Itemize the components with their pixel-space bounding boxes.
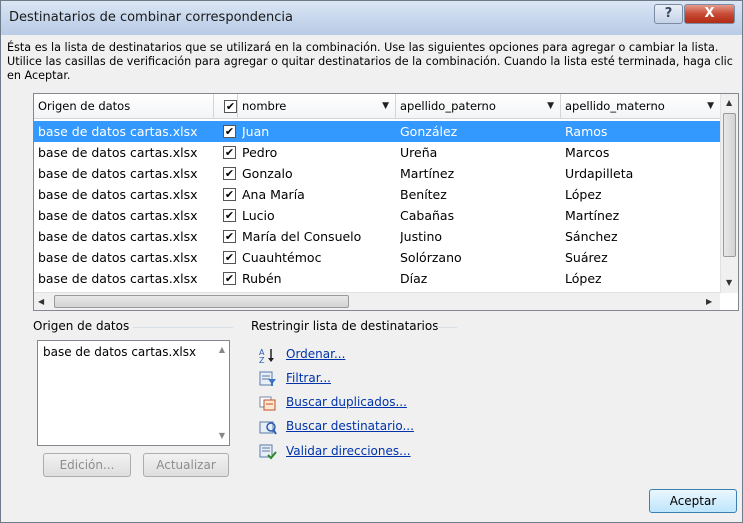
cell-nombre: Lucio xyxy=(242,208,275,223)
table-row[interactable]: base de datos cartas.xlsx ✔ Rubén Díaz López xyxy=(34,268,720,289)
scroll-right-icon[interactable]: ▶ xyxy=(706,297,712,306)
table-row[interactable]: base de datos cartas.xlsx ✔ Gonzalo Martíne… xyxy=(34,163,720,184)
cell-data-source: base de datos cartas.xlsx xyxy=(38,124,198,139)
data-source-group-label: Origen de datos xyxy=(33,319,130,333)
cell-data-source: base de datos cartas.xlsx xyxy=(38,187,198,202)
dropdown-arrow-icon[interactable]: ▼ xyxy=(547,101,554,111)
cell-apellido-paterno: Cabañas xyxy=(400,208,455,223)
table-row[interactable]: base de datos cartas.xlsx ✔ Juan González Ra… xyxy=(34,121,720,142)
sort-icon: A Z xyxy=(259,348,274,363)
find-duplicates-link[interactable]: Buscar duplicados... xyxy=(286,395,407,409)
ok-button[interactable]: Aceptar xyxy=(649,489,737,513)
cell-nombre: Gonzalo xyxy=(242,166,293,181)
cell-apellido-materno: Martínez xyxy=(565,208,620,223)
table-row[interactable]: base de datos cartas.xlsx ✔ Cuauhtémoc Soló… xyxy=(34,247,720,268)
vertical-scroll-thumb[interactable] xyxy=(723,113,736,257)
cell-nombre: Pedro xyxy=(242,145,278,160)
cell-apellido-materno: Suárez xyxy=(565,250,608,265)
column-header-apellido-materno[interactable]: apellido_materno ▼ xyxy=(561,94,720,119)
column-header-checkbox[interactable]: ✔ xyxy=(214,94,238,119)
cell-apellido-materno: Sánchez xyxy=(565,229,618,244)
row-checkbox[interactable]: ✔ xyxy=(223,167,236,180)
table-row[interactable]: base de datos cartas.xlsx ✔ Pedro Ureña Marc… xyxy=(34,142,720,163)
group-divider xyxy=(133,327,233,328)
find-recipient-link[interactable]: Buscar destinatario... xyxy=(286,419,414,433)
data-source-listbox[interactable]: base de datos cartas.xlsx ▲ ▼ xyxy=(37,340,230,446)
column-header-apellido-paterno[interactable]: apellido_paterno ▼ xyxy=(396,94,561,119)
cell-apellido-materno: Marcos xyxy=(565,145,610,160)
row-checkbox[interactable]: ✔ xyxy=(223,230,236,243)
column-header-nombre[interactable]: nombre ▼ xyxy=(238,94,396,119)
cell-apellido-paterno: Benítez xyxy=(400,187,447,202)
cell-apellido-paterno: Díaz xyxy=(400,271,428,286)
instructions-text: Ésta es la lista de destinatarios que se… xyxy=(7,41,733,82)
cell-data-source: base de datos cartas.xlsx xyxy=(38,229,198,244)
data-source-item[interactable]: base de datos cartas.xlsx xyxy=(43,345,196,359)
select-all-checkbox[interactable]: ✔ xyxy=(224,100,237,113)
cell-apellido-paterno: González xyxy=(400,124,458,139)
row-checkbox[interactable]: ✔ xyxy=(223,146,236,159)
cell-apellido-materno: López xyxy=(565,271,602,286)
cell-apellido-paterno: Ureña xyxy=(400,145,438,160)
scroll-left-icon[interactable]: ◀ xyxy=(38,297,44,306)
cell-apellido-paterno: Solórzano xyxy=(400,250,462,265)
edit-button[interactable]: Edición... xyxy=(43,453,131,477)
cell-apellido-materno: López xyxy=(565,187,602,202)
dropdown-arrow-icon[interactable]: ▼ xyxy=(382,101,389,111)
sort-link[interactable]: Ordenar... xyxy=(286,347,345,361)
cell-data-source: base de datos cartas.xlsx xyxy=(38,208,198,223)
validate-addresses-icon xyxy=(259,444,277,460)
filter-icon xyxy=(259,371,276,386)
row-checkbox[interactable]: ✔ xyxy=(223,188,236,201)
cell-data-source: base de datos cartas.xlsx xyxy=(38,250,198,265)
column-header-data-source[interactable]: Origen de datos xyxy=(34,94,214,119)
row-checkbox[interactable]: ✔ xyxy=(223,251,236,264)
find-recipient-icon xyxy=(259,421,277,435)
vertical-scrollbar[interactable]: ▲ ▼ xyxy=(720,94,738,293)
filter-link[interactable]: Filtrar... xyxy=(286,371,331,385)
cell-apellido-paterno: Justino xyxy=(400,229,443,244)
dialog-title: Destinatarios de combinar correspondenci… xyxy=(9,10,293,25)
table-row[interactable]: base de datos cartas.xlsx ✔ Lucio Cabañas Ma… xyxy=(34,205,720,226)
scroll-up-icon[interactable]: ▲ xyxy=(219,345,225,354)
cell-nombre: Ana María xyxy=(242,187,305,202)
cell-apellido-materno: Urdapilleta xyxy=(565,166,634,181)
recipients-grid[interactable]: Origen de datos ✔ nombre ▼ apellido_pate… xyxy=(33,93,739,311)
refresh-button[interactable]: Actualizar xyxy=(143,453,229,477)
cell-nombre: María del Consuelo xyxy=(242,229,362,244)
cell-nombre: Rubén xyxy=(242,271,282,286)
mail-merge-recipients-dialog: Destinatarios de combinar correspondenci… xyxy=(0,0,743,523)
scroll-down-icon[interactable]: ▼ xyxy=(219,431,225,440)
horizontal-scroll-thumb[interactable] xyxy=(54,295,349,308)
help-button[interactable]: ? xyxy=(654,4,683,24)
row-checkbox[interactable]: ✔ xyxy=(223,272,236,285)
row-checkbox[interactable]: ✔ xyxy=(223,125,236,138)
cell-apellido-materno: Ramos xyxy=(565,124,608,139)
cell-apellido-paterno: Martínez xyxy=(400,166,455,181)
cell-nombre: Juan xyxy=(242,124,270,139)
cell-data-source: base de datos cartas.xlsx xyxy=(38,271,198,286)
cell-data-source: base de datos cartas.xlsx xyxy=(38,166,198,181)
cell-data-source: base de datos cartas.xlsx xyxy=(38,145,198,160)
scroll-up-icon[interactable]: ▲ xyxy=(726,98,732,107)
grid-header: Origen de datos ✔ nombre ▼ apellido_pate… xyxy=(34,94,720,119)
close-button[interactable]: X xyxy=(684,4,735,24)
title-bar: Destinatarios de combinar correspondenci… xyxy=(1,1,742,35)
table-row[interactable]: base de datos cartas.xlsx ✔ Ana María Benít… xyxy=(34,184,720,205)
svg-text:Z: Z xyxy=(259,356,265,363)
dropdown-arrow-icon[interactable]: ▼ xyxy=(707,101,714,111)
horizontal-scrollbar[interactable]: ◀ ▶ xyxy=(34,292,720,310)
validate-addresses-link[interactable]: Validar direcciones... xyxy=(286,444,411,458)
cell-nombre: Cuauhtémoc xyxy=(242,250,322,265)
refine-group-label: Restringir lista de destinatarios xyxy=(251,319,439,333)
table-row[interactable]: base de datos cartas.xlsx ✔ María del Cons… xyxy=(34,226,720,247)
row-checkbox[interactable]: ✔ xyxy=(223,209,236,222)
find-duplicates-icon xyxy=(259,396,276,411)
group-divider xyxy=(437,327,457,328)
scroll-down-icon[interactable]: ▼ xyxy=(726,278,732,287)
